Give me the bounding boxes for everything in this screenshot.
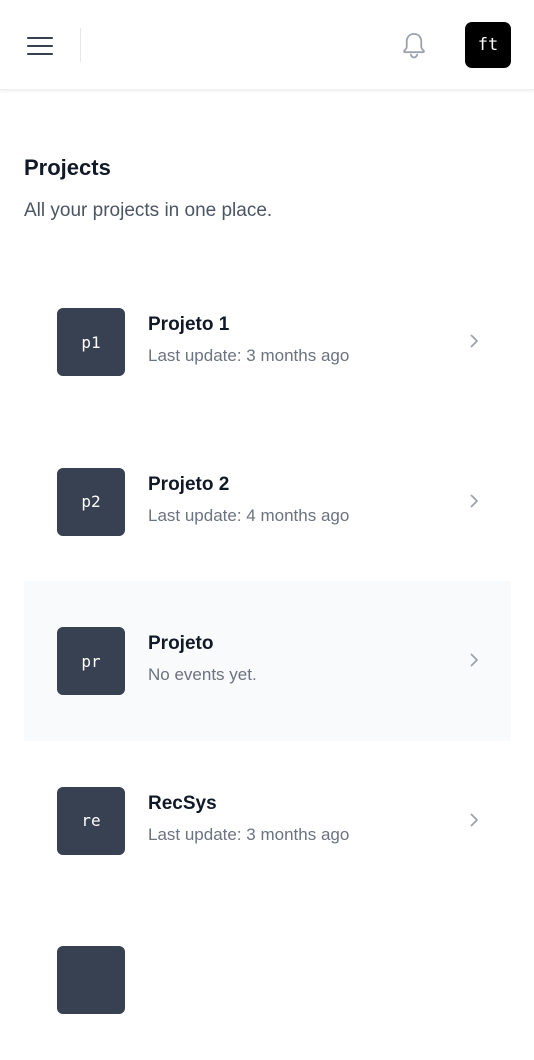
project-item[interactable] — [24, 900, 511, 1060]
bell-icon — [403, 32, 425, 59]
project-initials: re — [81, 811, 101, 830]
project-avatar: pr — [57, 627, 125, 695]
project-avatar: p2 — [57, 467, 125, 536]
project-item[interactable]: pr Projeto No events yet. — [24, 581, 511, 741]
chevron-right-icon — [470, 334, 478, 348]
project-name: RecSys — [148, 792, 217, 814]
page-title: Projects — [24, 155, 111, 180]
page-subtitle: All your projects in one place. — [24, 200, 273, 221]
header-divider — [80, 28, 81, 62]
project-list: p1 Projeto 1 Last update: 3 months ago p… — [24, 262, 511, 1060]
chevron-right-icon — [470, 653, 478, 667]
project-avatar — [57, 946, 125, 1014]
notifications-button[interactable] — [398, 30, 430, 62]
project-initials: p2 — [81, 492, 101, 511]
project-last-update: Last update: 3 months ago — [148, 346, 350, 365]
project-avatar: p1 — [57, 308, 125, 376]
project-name: Projeto 1 — [148, 314, 230, 335]
project-item[interactable]: p1 Projeto 1 Last update: 3 months ago — [24, 262, 511, 422]
top-bar: ft — [0, 0, 534, 90]
project-avatar: re — [57, 786, 125, 855]
user-avatar[interactable]: ft — [465, 22, 511, 68]
hamburger-menu-icon — [27, 37, 53, 55]
project-last-update: No events yet. — [148, 665, 257, 684]
project-last-update: Last update: 3 months ago — [148, 824, 350, 844]
project-name: Projeto 2 — [148, 473, 230, 495]
project-item[interactable]: p2 Projeto 2 Last update: 4 months ago — [24, 422, 511, 582]
project-last-update: Last update: 4 months ago — [148, 505, 350, 525]
menu-button[interactable] — [24, 30, 56, 62]
project-name: Projeto — [148, 633, 214, 654]
project-initials: p1 — [81, 332, 101, 352]
avatar-initials: ft — [477, 35, 499, 55]
project-initials: pr — [81, 651, 101, 671]
chevron-right-icon — [470, 494, 478, 507]
project-item[interactable]: re RecSys Last update: 3 months ago — [24, 741, 511, 901]
chevron-right-icon — [470, 813, 478, 826]
